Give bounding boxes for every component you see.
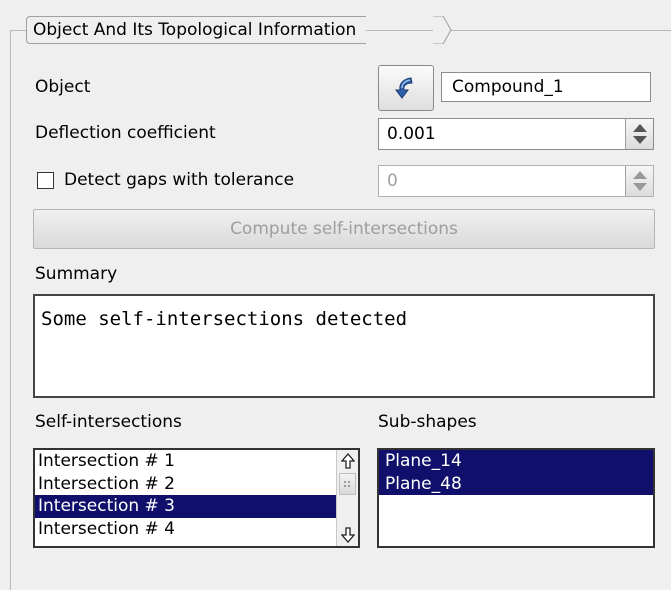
arrow-up-icon: [341, 453, 355, 469]
group-tab-tip: [433, 16, 452, 44]
arrow-down-icon: [341, 527, 355, 543]
object-label: Object: [35, 77, 91, 97]
self-intersections-list[interactable]: Intersection # 1 Intersection # 2 Inters…: [33, 448, 360, 548]
list-item[interactable]: Intersection # 1: [35, 450, 358, 473]
deflection-value: 0.001: [387, 124, 436, 144]
deflection-spin-buttons[interactable]: [625, 119, 653, 149]
list-item-selected[interactable]: Plane_14: [379, 450, 653, 473]
deflection-label: Deflection coefficient: [35, 123, 216, 143]
gaps-checkbox[interactable]: [37, 172, 54, 189]
summary-textbox[interactable]: Some self-intersections detected: [33, 294, 655, 398]
summary-label: Summary: [35, 264, 118, 284]
gaps-tolerance-value: 0: [387, 171, 398, 191]
gaps-tolerance-spinbox[interactable]: 0: [378, 165, 654, 197]
group-title-text: Object And Its Topological Information: [33, 20, 357, 40]
list-item[interactable]: Intersection # 2: [35, 473, 358, 496]
list-item[interactable]: Intersection # 4: [35, 518, 358, 541]
gaps-label: Detect gaps with tolerance: [64, 170, 295, 190]
self-intersections-label: Self-intersections: [35, 412, 182, 432]
compute-self-intersections-button[interactable]: Compute self-intersections: [33, 209, 655, 249]
object-name-field[interactable]: Compound_1: [441, 72, 651, 102]
group-box-title: Object And Its Topological Information: [26, 16, 367, 44]
scroll-up-button[interactable]: [337, 450, 358, 472]
sub-shapes-list[interactable]: Plane_14 Plane_48: [377, 448, 655, 548]
scroll-thumb[interactable]: [339, 473, 356, 495]
list-item-selected[interactable]: Plane_48: [379, 472, 653, 495]
scrollbar[interactable]: [336, 450, 358, 546]
summary-text: Some self-intersections detected: [41, 308, 408, 330]
gaps-spin-buttons[interactable]: [625, 166, 653, 196]
scroll-down-button[interactable]: [337, 524, 358, 546]
list-item-selected[interactable]: Intersection # 3: [35, 495, 358, 518]
spin-up-down-icon: [632, 124, 647, 144]
curved-arrow-icon: [395, 77, 413, 99]
grip-icon: [344, 481, 350, 487]
select-object-button[interactable]: [378, 65, 434, 111]
spin-up-down-icon: [632, 171, 647, 191]
sub-shapes-label: Sub-shapes: [378, 412, 477, 432]
deflection-spinbox[interactable]: 0.001: [378, 118, 654, 150]
